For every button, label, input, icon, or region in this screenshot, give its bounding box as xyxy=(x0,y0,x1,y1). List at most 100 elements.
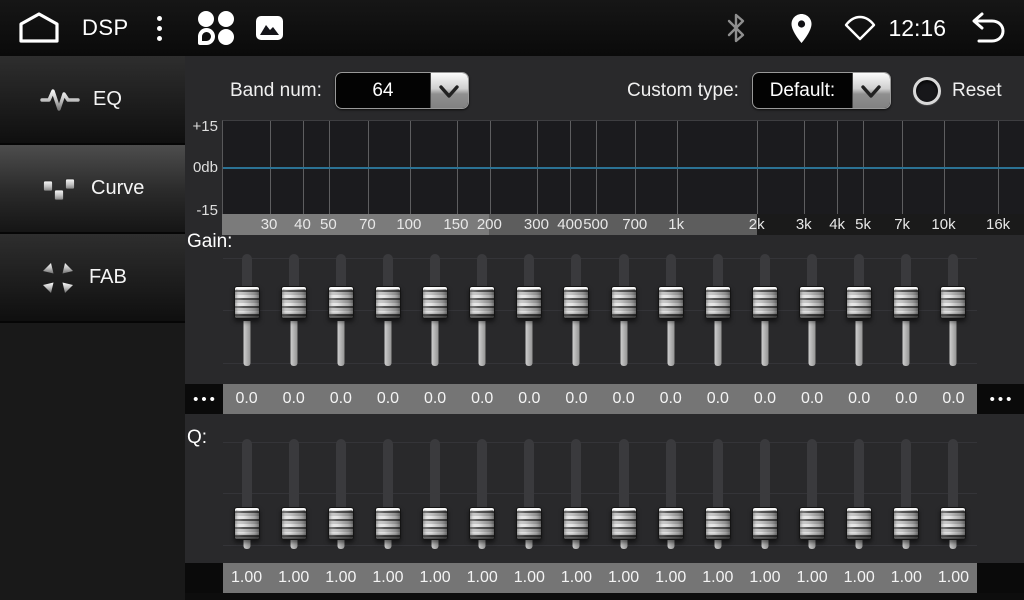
slider-thumb[interactable] xyxy=(234,286,260,319)
slider-thumb[interactable] xyxy=(705,286,731,319)
q-band-slider[interactable] xyxy=(647,435,694,551)
q-band-slider[interactable] xyxy=(883,435,930,551)
status-bar: DSP 12:16 xyxy=(0,0,1024,56)
gain-band-slider[interactable] xyxy=(836,248,883,370)
radio-circle-icon[interactable] xyxy=(913,77,941,105)
slider-thumb[interactable] xyxy=(705,507,731,540)
slider-track-lower xyxy=(526,321,533,366)
slider-thumb[interactable] xyxy=(940,507,966,540)
gain-band-slider[interactable] xyxy=(506,248,553,370)
gain-more-right-button[interactable]: ••• xyxy=(977,384,1024,414)
slider-track-lower xyxy=(432,540,439,549)
q-band-slider[interactable] xyxy=(789,435,836,551)
slider-thumb[interactable] xyxy=(611,286,637,319)
custom-type-select[interactable]: Default: xyxy=(752,72,891,109)
q-band-value: 1.00 xyxy=(506,563,553,593)
q-band-slider[interactable] xyxy=(694,435,741,551)
curve-panel: Band num: 64 Custom type: Default: Reset… xyxy=(185,56,1024,600)
band-num-select[interactable]: 64 xyxy=(335,72,469,109)
slider-thumb[interactable] xyxy=(846,507,872,540)
home-icon[interactable] xyxy=(16,10,62,46)
slider-thumb[interactable] xyxy=(846,286,872,319)
slider-thumb[interactable] xyxy=(375,286,401,319)
q-band-slider[interactable] xyxy=(270,435,317,551)
slider-track-lower xyxy=(337,321,344,366)
q-band-slider[interactable] xyxy=(836,435,883,551)
slider-thumb[interactable] xyxy=(516,286,542,319)
slider-track-upper xyxy=(807,254,817,289)
slider-thumb[interactable] xyxy=(563,507,589,540)
q-band-slider[interactable] xyxy=(741,435,788,551)
gain-band-slider[interactable] xyxy=(223,248,270,370)
eq-plot xyxy=(222,120,1024,215)
q-band-value: 1.00 xyxy=(317,563,364,593)
freq-tick-label: 10k xyxy=(931,214,955,235)
q-band-slider[interactable] xyxy=(364,435,411,551)
gallery-icon[interactable] xyxy=(256,16,283,40)
slider-thumb[interactable] xyxy=(752,286,778,319)
apps-clover-icon[interactable] xyxy=(198,10,234,46)
q-values: 1.001.001.001.001.001.001.001.001.001.00… xyxy=(223,563,977,593)
q-band-slider[interactable] xyxy=(600,435,647,551)
slider-thumb[interactable] xyxy=(234,507,260,540)
q-band-slider[interactable] xyxy=(317,435,364,551)
slider-thumb[interactable] xyxy=(328,286,354,319)
q-band-slider[interactable] xyxy=(553,435,600,551)
q-band-slider[interactable] xyxy=(930,435,977,551)
reset-control[interactable]: Reset xyxy=(913,73,1002,108)
slider-thumb[interactable] xyxy=(281,286,307,319)
sidebar-item-eq[interactable]: EQ xyxy=(0,56,185,145)
sidebar-item-curve[interactable]: Curve xyxy=(0,145,185,234)
slider-thumb[interactable] xyxy=(328,507,354,540)
slider-thumb[interactable] xyxy=(752,507,778,540)
freq-tick-label: 30 xyxy=(261,214,278,235)
gain-band-slider[interactable] xyxy=(600,248,647,370)
slider-thumb[interactable] xyxy=(516,507,542,540)
slider-thumb[interactable] xyxy=(563,286,589,319)
slider-thumb[interactable] xyxy=(469,286,495,319)
gain-band-slider[interactable] xyxy=(930,248,977,370)
sidebar-item-label: EQ xyxy=(93,88,122,111)
back-icon[interactable] xyxy=(962,11,1008,45)
slider-thumb[interactable] xyxy=(893,507,919,540)
slider-track-lower xyxy=(432,321,439,366)
fab-arrows-icon xyxy=(40,260,76,296)
overflow-menu-icon[interactable] xyxy=(157,16,162,41)
slider-thumb[interactable] xyxy=(799,507,825,540)
slider-thumb[interactable] xyxy=(658,507,684,540)
gain-band-value: 0.0 xyxy=(600,384,647,414)
gain-band-slider[interactable] xyxy=(789,248,836,370)
q-band-value: 1.00 xyxy=(789,563,836,593)
gain-band-slider[interactable] xyxy=(412,248,459,370)
chevron-down-icon[interactable] xyxy=(430,73,468,108)
gain-band-slider[interactable] xyxy=(364,248,411,370)
slider-thumb[interactable] xyxy=(375,507,401,540)
q-band-slider[interactable] xyxy=(223,435,270,551)
q-more-left xyxy=(185,563,223,593)
gain-band-slider[interactable] xyxy=(270,248,317,370)
slider-thumb[interactable] xyxy=(422,286,448,319)
q-band-slider[interactable] xyxy=(506,435,553,551)
location-icon xyxy=(789,13,814,44)
slider-thumb[interactable] xyxy=(799,286,825,319)
gain-band-slider[interactable] xyxy=(883,248,930,370)
slider-thumb[interactable] xyxy=(658,286,684,319)
gain-band-slider[interactable] xyxy=(317,248,364,370)
slider-thumb[interactable] xyxy=(893,286,919,319)
slider-thumb[interactable] xyxy=(469,507,495,540)
gain-band-slider[interactable] xyxy=(741,248,788,370)
q-band-slider[interactable] xyxy=(459,435,506,551)
sidebar-item-fab[interactable]: FAB xyxy=(0,234,185,323)
slider-track-upper xyxy=(571,254,581,289)
slider-thumb[interactable] xyxy=(422,507,448,540)
slider-thumb[interactable] xyxy=(940,286,966,319)
slider-thumb[interactable] xyxy=(611,507,637,540)
gain-band-slider[interactable] xyxy=(553,248,600,370)
chevron-down-icon[interactable] xyxy=(852,73,890,108)
gain-more-left-button[interactable]: ••• xyxy=(185,384,223,414)
gain-band-slider[interactable] xyxy=(459,248,506,370)
q-band-slider[interactable] xyxy=(412,435,459,551)
gain-band-slider[interactable] xyxy=(647,248,694,370)
gain-band-slider[interactable] xyxy=(694,248,741,370)
slider-thumb[interactable] xyxy=(281,507,307,540)
